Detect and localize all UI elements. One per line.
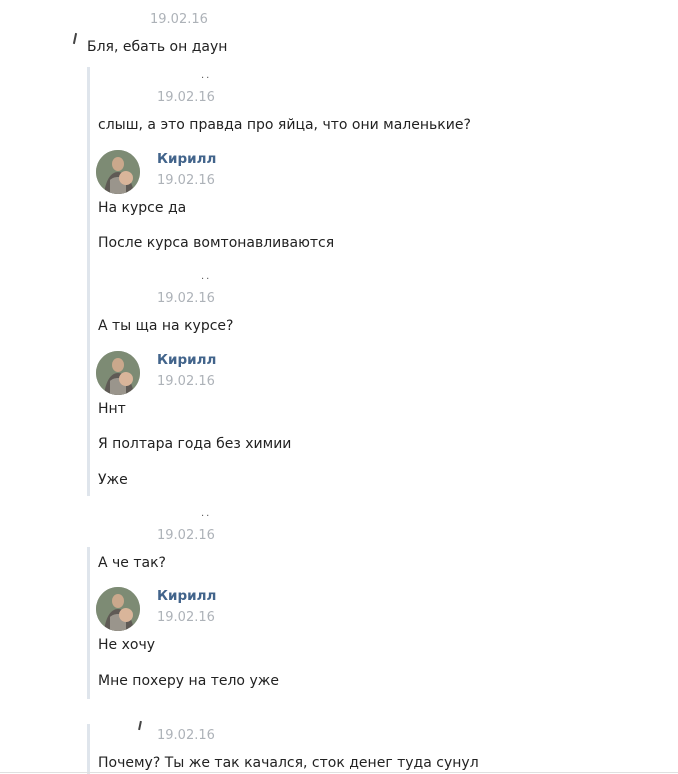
author-name[interactable]: Кирилл	[157, 151, 216, 167]
message-date: 19.02.16	[157, 90, 215, 105]
message-date: 19.02.16	[157, 173, 215, 188]
author-name[interactable]: Кирилл	[157, 352, 216, 368]
message-text: А че так?	[98, 555, 166, 571]
forwarded-quote-bar	[87, 724, 90, 774]
forwarded-quote-bar	[87, 67, 90, 496]
message-text: Мне похеру на тело уже	[98, 673, 279, 689]
dots-icon: ··	[201, 511, 212, 522]
message-text: Я полтара года без химии	[98, 436, 292, 452]
message-text: А ты ща на курсе?	[98, 318, 234, 334]
dots-icon: ··	[201, 73, 212, 84]
message-date: 19.02.16	[157, 291, 215, 306]
avatar[interactable]	[96, 587, 140, 631]
divider	[0, 772, 678, 773]
message-date: 19.02.16	[157, 374, 215, 389]
message-text: Ннт	[98, 401, 126, 417]
avatar-image	[96, 150, 140, 194]
message-date: 19.02.16	[157, 528, 215, 543]
message-text: слыш, а это правда про яйца, что они мал…	[98, 117, 471, 133]
avatar[interactable]	[96, 351, 140, 395]
cursor-mark	[138, 720, 142, 731]
avatar-image	[96, 351, 140, 395]
message-text: Бля, ебать он даун	[87, 39, 228, 55]
message-text: Почему? Ты же так качался, сток денег ту…	[98, 755, 479, 771]
message-text: Не хочу	[98, 637, 155, 653]
cursor-mark	[72, 32, 78, 45]
message-date: 19.02.16	[157, 610, 215, 625]
message-text: После курса вомтонавливаются	[98, 235, 335, 251]
message-date: 19.02.16	[157, 728, 215, 743]
avatar-image	[96, 587, 140, 631]
message-text: Уже	[98, 472, 128, 488]
message-date: 19.02.16	[150, 12, 208, 27]
forwarded-quote-bar	[87, 547, 90, 699]
avatar[interactable]	[96, 150, 140, 194]
author-name[interactable]: Кирилл	[157, 588, 216, 604]
message-text: На курсе да	[98, 200, 187, 216]
dots-icon: ··	[201, 274, 212, 285]
